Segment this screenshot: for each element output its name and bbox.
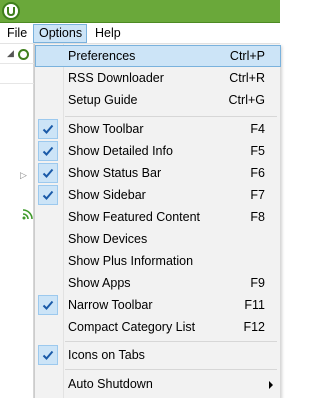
menu-item-label: Show Status Bar (68, 166, 162, 180)
menu-help[interactable]: Help (90, 24, 126, 43)
menu-item-show-devices[interactable]: Show Devices (35, 228, 281, 250)
sidebar-row[interactable] (0, 64, 34, 84)
checkmark-icon (38, 345, 58, 365)
options-dropdown-menu: Preferences Ctrl+P RSS Downloader Ctrl+R… (34, 44, 281, 398)
menu-item-label: Preferences (68, 49, 136, 63)
menu-item-shortcut: F5 (250, 144, 265, 158)
sidebar-row[interactable]: ◢ (0, 44, 34, 64)
collapse-arrow-icon[interactable]: ◢ (7, 48, 14, 59)
torrents-category-icon (18, 49, 29, 60)
menu-item-preferences[interactable]: Preferences Ctrl+P (35, 45, 281, 67)
menu-item-shortcut: F11 (244, 298, 265, 312)
menu-file[interactable]: File (2, 24, 32, 43)
submenu-arrow-icon (269, 381, 273, 389)
menu-item-show-status-bar[interactable]: Show Status Bar F6 (35, 162, 281, 184)
menu-item-show-plus-information[interactable]: Show Plus Information (35, 250, 281, 272)
menu-item-label: Show Sidebar (68, 188, 146, 202)
menu-bar: File Options Help (0, 23, 280, 44)
menu-item-show-sidebar[interactable]: Show Sidebar F7 (35, 184, 281, 206)
menu-item-label: Compact Category List (68, 320, 196, 334)
menu-item-label: Icons on Tabs (68, 348, 145, 362)
title-bar (0, 0, 280, 23)
checkmark-icon (38, 141, 58, 161)
menu-item-narrow-toolbar[interactable]: Narrow Toolbar F11 (35, 294, 281, 316)
menu-separator (65, 341, 277, 342)
menu-item-label: Setup Guide (68, 93, 138, 107)
menu-item-label: Show Plus Information (68, 254, 194, 268)
menu-item-show-featured-content[interactable]: Show Featured Content F8 (35, 206, 281, 228)
menu-item-label: Show Toolbar (68, 122, 144, 136)
menu-item-label: Show Featured Content (68, 210, 201, 224)
menu-item-label: Show Detailed Info (68, 144, 173, 158)
menu-item-shortcut: F9 (250, 276, 265, 290)
menu-item-show-detailed-info[interactable]: Show Detailed Info F5 (35, 140, 281, 162)
checkmark-icon (38, 295, 58, 315)
checkmark-icon (38, 163, 58, 183)
utorrent-logo-icon[interactable] (2, 2, 20, 20)
menu-item-show-apps[interactable]: Show Apps F9 (35, 272, 281, 294)
menu-item-rss-downloader[interactable]: RSS Downloader Ctrl+R (35, 67, 281, 89)
checkmark-icon (38, 185, 58, 205)
menu-separator (65, 369, 277, 370)
rss-feed-icon (22, 209, 33, 220)
menu-item-show-toolbar[interactable]: Show Toolbar F4 (35, 118, 281, 140)
menu-item-shortcut: Ctrl+R (229, 71, 265, 85)
menu-item-compact-category-list[interactable]: Compact Category List F12 (35, 316, 281, 338)
expand-arrow-icon[interactable]: ▷ (20, 170, 27, 181)
menu-item-shortcut: F12 (243, 320, 265, 334)
menu-item-setup-guide[interactable]: Setup Guide Ctrl+G (35, 89, 281, 111)
menu-item-label: Show Apps (68, 276, 131, 290)
menu-item-shortcut: F6 (250, 166, 265, 180)
menu-item-label: Auto Shutdown (68, 377, 153, 391)
menu-item-shortcut: Ctrl+G (228, 93, 265, 107)
menu-item-shortcut: F8 (250, 210, 265, 224)
menu-item-auto-shutdown[interactable]: Auto Shutdown (35, 373, 281, 395)
menu-item-shortcut: F4 (250, 122, 265, 136)
menu-item-icons-on-tabs[interactable]: Icons on Tabs (35, 344, 281, 366)
menu-item-label: Show Devices (68, 232, 148, 246)
menu-separator (65, 116, 277, 117)
menu-item-shortcut: Ctrl+P (229, 49, 265, 63)
menu-item-shortcut: F7 (250, 188, 265, 202)
menu-item-label: RSS Downloader (68, 71, 164, 85)
checkmark-icon (38, 119, 58, 139)
menu-options[interactable]: Options (33, 24, 87, 43)
sidebar-panel: ◢ ▷ (0, 44, 34, 398)
menu-item-label: Narrow Toolbar (68, 298, 153, 312)
